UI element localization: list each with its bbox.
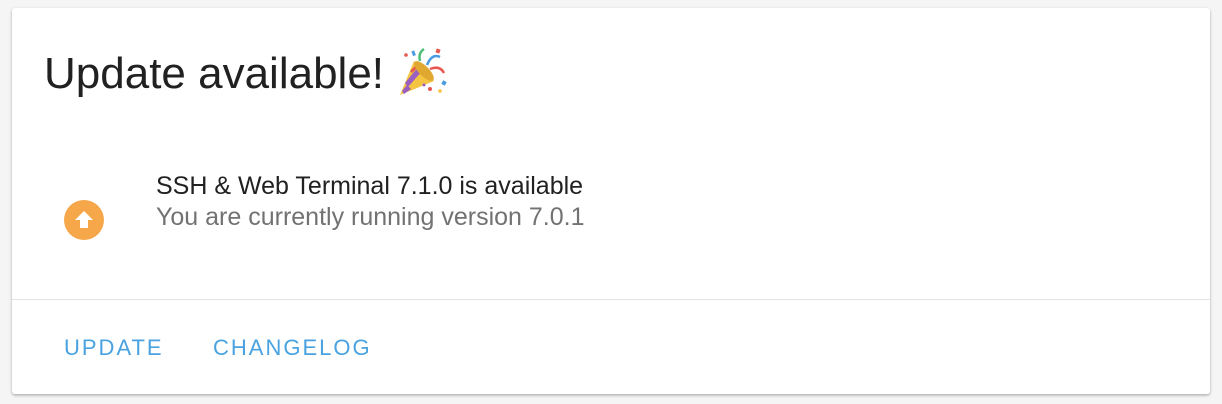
- arrow-up-circle-icon: [64, 200, 104, 240]
- party-popper-icon: [394, 47, 448, 101]
- changelog-button[interactable]: CHANGELOG: [213, 330, 372, 366]
- update-available-text: SSH & Web Terminal 7.1.0 is available: [156, 172, 584, 200]
- card-actions: UPDATE CHANGELOG: [12, 300, 1210, 394]
- update-button[interactable]: UPDATE: [64, 330, 164, 366]
- card-title: Update available!: [44, 46, 448, 102]
- update-card: Update available! SSH & Web Terminal 7.1…: [12, 8, 1210, 394]
- card-title-text: Update available!: [44, 49, 385, 98]
- current-version-text: You are currently running version 7.0.1: [156, 203, 585, 231]
- update-list-item: SSH & Web Terminal 7.1.0 is available Yo…: [12, 166, 1210, 270]
